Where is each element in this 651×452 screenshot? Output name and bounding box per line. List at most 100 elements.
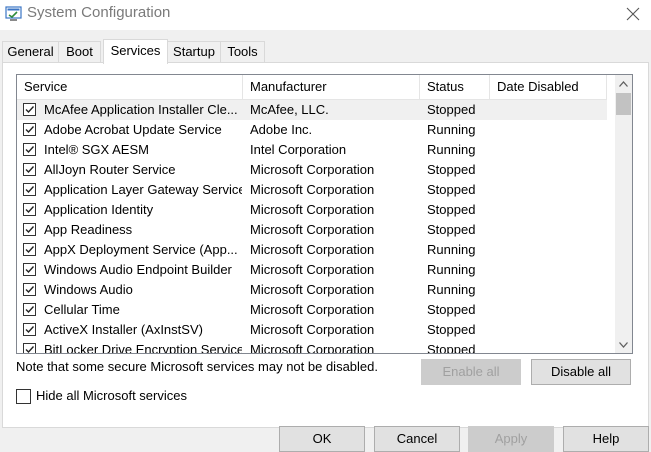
column-header-manufacturer[interactable]: Manufacturer xyxy=(243,75,420,99)
service-manufacturer: Microsoft Corporation xyxy=(250,182,375,197)
service-manufacturer: Intel Corporation xyxy=(250,142,347,157)
service-manufacturer: Microsoft Corporation xyxy=(250,262,375,277)
column-header-date-disabled[interactable]: Date Disabled xyxy=(490,75,607,99)
table-row[interactable]: Adobe Acrobat Update Service Adobe Inc. Ru… xyxy=(17,120,607,140)
column-header-status[interactable]: Status xyxy=(420,75,490,99)
service-manufacturer: Microsoft Corporation xyxy=(250,302,375,317)
service-status: Stopped xyxy=(427,342,476,354)
service-date-disabled xyxy=(497,220,605,240)
service-checkbox[interactable] xyxy=(23,183,36,196)
table-row[interactable]: Windows Audio Microsoft Corporation Runnin… xyxy=(17,280,607,300)
tab-boot[interactable]: Boot xyxy=(58,41,101,62)
chevron-down-icon xyxy=(619,341,628,348)
service-manufacturer: McAfee, LLC. xyxy=(250,102,329,117)
service-checkbox[interactable] xyxy=(23,223,36,236)
table-row[interactable]: McAfee Application Installer Cle... McAfe… xyxy=(17,100,607,120)
table-row[interactable]: ActiveX Installer (AxInstSV) Microsoft Co… xyxy=(17,320,607,340)
service-checkbox[interactable] xyxy=(23,303,36,316)
table-row[interactable]: Application Layer Gateway Service Microso… xyxy=(17,180,607,200)
service-checkbox[interactable] xyxy=(23,163,36,176)
list-rows: McAfee Application Installer Cle... McAfe… xyxy=(17,100,607,354)
cancel-button[interactable]: Cancel xyxy=(374,426,460,452)
scroll-up-button[interactable] xyxy=(615,75,632,92)
service-date-disabled xyxy=(497,320,605,340)
service-manufacturer: Microsoft Corporation xyxy=(250,322,375,337)
checkmark-icon xyxy=(25,286,35,294)
help-button[interactable]: Help xyxy=(563,426,649,452)
service-checkbox[interactable] xyxy=(23,343,36,353)
service-status: Stopped xyxy=(427,302,476,317)
enable-all-button[interactable]: Enable all xyxy=(421,359,521,385)
service-name: Windows Audio xyxy=(44,282,133,297)
services-panel: Service Manufacturer Status Date Disable… xyxy=(2,62,649,428)
checkmark-icon xyxy=(25,126,35,134)
service-manufacturer: Microsoft Corporation xyxy=(250,282,375,297)
tab-tools[interactable]: Tools xyxy=(220,41,265,62)
service-name: AppX Deployment Service (App... xyxy=(44,242,238,257)
service-name: McAfee Application Installer Cle... xyxy=(44,102,238,117)
service-date-disabled xyxy=(497,280,605,300)
service-status: Stopped xyxy=(427,202,476,217)
service-checkbox[interactable] xyxy=(23,143,36,156)
service-date-disabled xyxy=(497,120,605,140)
service-name: Application Layer Gateway Service xyxy=(44,182,242,197)
service-checkbox[interactable] xyxy=(23,123,36,136)
close-button[interactable] xyxy=(619,1,647,27)
service-checkbox[interactable] xyxy=(23,323,36,336)
service-manufacturer: Microsoft Corporation xyxy=(250,342,375,354)
service-checkbox[interactable] xyxy=(23,243,36,256)
table-row[interactable]: Windows Audio Endpoint Builder Microsoft … xyxy=(17,260,607,280)
service-name: Adobe Acrobat Update Service xyxy=(44,122,222,137)
service-checkbox[interactable] xyxy=(23,283,36,296)
checkmark-icon xyxy=(25,346,35,353)
table-row[interactable]: Application Identity Microsoft Corporatio… xyxy=(17,200,607,220)
service-checkbox[interactable] xyxy=(23,103,36,116)
scroll-down-button[interactable] xyxy=(615,336,632,353)
service-manufacturer: Microsoft Corporation xyxy=(250,242,375,257)
system-configuration-icon xyxy=(5,6,22,21)
service-name: BitLocker Drive Encryption Service xyxy=(44,342,242,354)
table-row[interactable]: BitLocker Drive Encryption Service Micros… xyxy=(17,340,607,354)
hide-microsoft-services-checkbox[interactable] xyxy=(16,389,31,404)
tab-strip: General Boot Services Startup Tools xyxy=(2,39,651,64)
service-manufacturer: Adobe Inc. xyxy=(250,122,313,137)
table-row[interactable]: Intel® SGX AESM Intel Corporation Running xyxy=(17,140,607,160)
vertical-scrollbar[interactable] xyxy=(615,75,632,353)
checkmark-icon xyxy=(25,306,35,314)
scroll-thumb[interactable] xyxy=(616,93,631,115)
service-manufacturer: Microsoft Corporation xyxy=(250,162,375,177)
table-row[interactable]: AppX Deployment Service (App... Microsoft… xyxy=(17,240,607,260)
tab-startup[interactable]: Startup xyxy=(167,41,221,62)
services-list[interactable]: Service Manufacturer Status Date Disable… xyxy=(16,74,633,354)
service-name: Application Identity xyxy=(44,202,154,217)
service-status: Stopped xyxy=(427,182,476,197)
service-status: Running xyxy=(427,262,476,277)
table-row[interactable]: App Readiness Microsoft Corporation Stoppe… xyxy=(17,220,607,240)
service-name: AllJoyn Router Service xyxy=(44,162,176,177)
service-status: Running xyxy=(427,142,476,157)
service-checkbox[interactable] xyxy=(23,203,36,216)
column-header-service[interactable]: Service xyxy=(17,75,243,99)
checkmark-icon xyxy=(25,246,35,254)
service-checkbox[interactable] xyxy=(23,263,36,276)
service-date-disabled xyxy=(497,260,605,280)
service-name: Windows Audio Endpoint Builder xyxy=(44,262,232,277)
service-date-disabled xyxy=(497,100,605,120)
tab-services[interactable]: Services xyxy=(103,39,168,64)
table-row[interactable]: Cellular Time Microsoft Corporation Stoppe… xyxy=(17,300,607,320)
service-manufacturer: Microsoft Corporation xyxy=(250,222,375,237)
apply-button[interactable]: Apply xyxy=(468,426,554,452)
title-bar: System Configuration xyxy=(0,0,651,30)
service-name: ActiveX Installer (AxInstSV) xyxy=(44,322,203,337)
hide-microsoft-services-label: Hide all Microsoft services xyxy=(36,388,187,403)
checkmark-icon xyxy=(25,106,35,114)
table-row[interactable]: AllJoyn Router Service Microsoft Corporat… xyxy=(17,160,607,180)
service-date-disabled xyxy=(497,200,605,220)
service-date-disabled xyxy=(497,340,605,353)
checkmark-icon xyxy=(25,186,35,194)
ok-button[interactable]: OK xyxy=(279,426,365,452)
note-text: Note that some secure Microsoft services… xyxy=(16,359,378,374)
tab-general[interactable]: General xyxy=(2,41,59,62)
service-date-disabled xyxy=(497,160,605,180)
disable-all-button[interactable]: Disable all xyxy=(531,359,631,385)
